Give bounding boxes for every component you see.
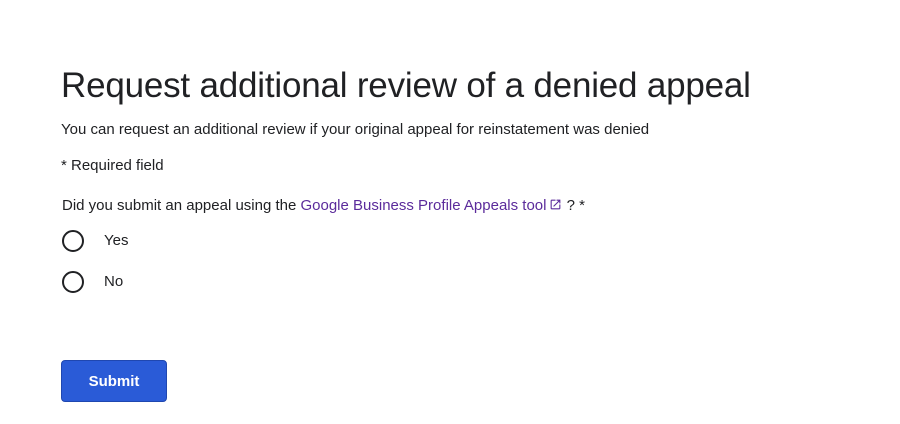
radio-option-no[interactable]: No [62, 270, 123, 294]
required-field-note: * Required field [61, 157, 164, 174]
page-title: Request additional review of a denied ap… [61, 66, 751, 105]
radio-option-yes[interactable]: Yes [62, 229, 128, 253]
radio-label-no: No [104, 273, 124, 290]
submit-button[interactable]: Submit [61, 360, 167, 402]
radio-label-yes: Yes [104, 232, 129, 249]
external-link-icon [551, 199, 561, 210]
radio-button-yes[interactable] [62, 230, 84, 252]
appeals-tool-link[interactable]: Google Business Profile Appeals tool [300, 197, 562, 214]
question-suffix: ? * [562, 197, 585, 214]
appeals-tool-link-text: Google Business Profile Appeals tool [300, 197, 547, 214]
form-description: You can request an additional review if … [61, 121, 650, 138]
appeal-question: Did you submit an appeal using the Googl… [62, 196, 585, 216]
question-prefix: Did you submit an appeal using the [62, 197, 301, 214]
radio-button-no[interactable] [62, 271, 84, 293]
